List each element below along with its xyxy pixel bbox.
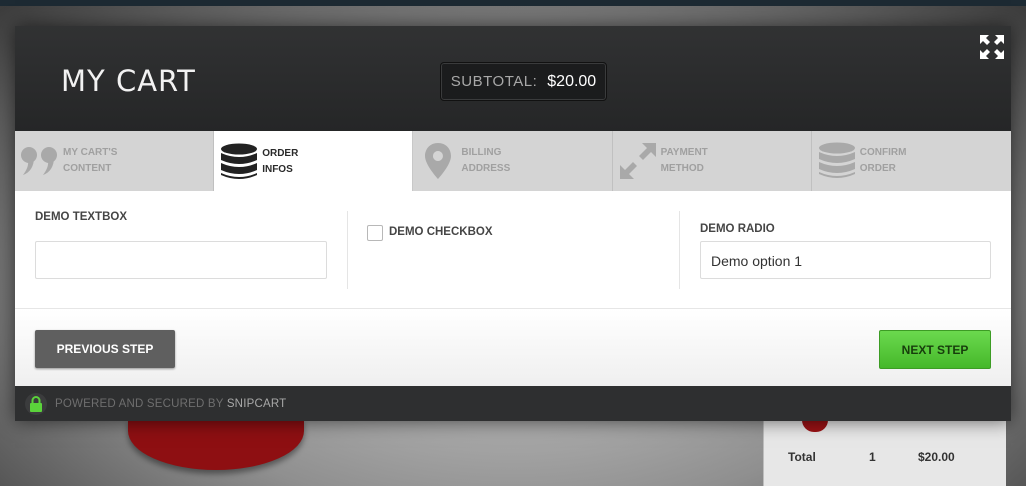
step-label: BILLING ADDRESS [461,147,511,174]
step-label: MY CART'S CONTENT [63,147,118,174]
quote-icon [19,141,61,181]
step-payment-method[interactable]: PAYMENT METHOD [613,131,812,191]
demo-textbox-input[interactable] [35,241,327,279]
cart-title: MY CART [61,64,196,98]
subtotal-value: $20.00 [547,72,597,90]
database-icon [218,142,260,182]
demo-checkbox[interactable] [367,225,383,241]
powered-by-bar: POWERED AND SECURED BY SNIPCART [15,386,1011,421]
step-label: ORDER INFOS [262,147,299,175]
step-cart-content[interactable]: MY CART'S CONTENT [15,131,215,191]
next-step-button[interactable]: NEXT STEP [879,330,991,369]
previous-step-button[interactable]: PREVIOUS STEP [35,330,175,368]
radio-label: DEMO RADIO [700,223,775,235]
subtotal-label: SUBTOTAL: [450,73,538,90]
snipcart-brand[interactable]: SNIPCART [227,398,287,410]
step-label: PAYMENT METHOD [660,147,708,174]
lock-icon [25,392,47,415]
total-label: Total [788,450,816,464]
step-navigation: PREVIOUS STEP NEXT STEP [15,309,1011,386]
checkout-steps: MY CART'S CONTENT ORDER INFOS BILLING AD… [15,131,1011,192]
step-billing-address[interactable]: BILLING ADDRESS [413,131,613,191]
arrows-icon [617,141,659,181]
background-total-row: Total 1 $20.00 [763,448,1006,468]
checkbox-column [347,211,679,289]
fullscreen-expand-icon[interactable] [979,34,1005,60]
step-order-infos[interactable]: ORDER INFOS [214,131,414,192]
order-info-form: DEMO TEXTBOX DEMO CHECKBOX DEMO RADIO De… [15,191,1011,309]
product-image [128,418,304,470]
total-quantity: 1 [869,450,876,464]
browser-top-bar [0,0,1026,6]
demo-radio-select[interactable]: Demo option 1 [700,241,991,279]
total-value: $20.00 [918,450,955,464]
checkbox-label[interactable]: DEMO CHECKBOX [389,226,493,238]
cart-modal: MY CART SUBTOTAL: $20.00 MY CART'S CONTE… [15,26,1011,421]
step-label: CONFIRM ORDER [859,147,907,174]
textbox-label: DEMO TEXTBOX [35,211,128,223]
cart-header: MY CART SUBTOTAL: $20.00 [15,26,1011,131]
subtotal-box: SUBTOTAL: $20.00 [440,62,607,101]
database-icon [816,141,858,181]
powered-text: POWERED AND SECURED BY SNIPCART [55,397,287,410]
map-pin-icon [417,141,459,181]
step-confirm-order[interactable]: CONFIRM ORDER [812,131,1011,191]
